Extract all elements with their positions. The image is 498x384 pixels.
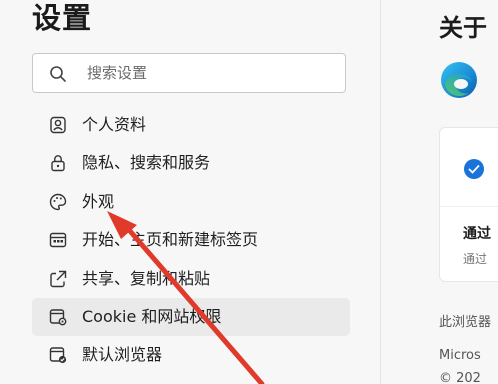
sidebar-item-label: 共享、复制和粘贴 [82, 268, 211, 288]
page-title: 设置 [32, 1, 93, 35]
sidebar-item-label: 默认浏览器 [82, 345, 163, 365]
sidebar-item-share[interactable]: 共享、复制和粘贴 [32, 260, 350, 298]
sidebar-item-label: Cookie 和网站权限 [82, 306, 222, 326]
about-text-browser: 此浏览器 [439, 315, 492, 330]
check-circle-icon [464, 159, 484, 179]
card-divider [440, 206, 498, 207]
sidebar-item-start-page[interactable]: 开始、主页和新建标签页 [32, 221, 350, 259]
sidebar-item-cookies[interactable]: Cookie 和网站权限 [32, 297, 350, 337]
default-browser-icon [49, 347, 67, 364]
sidebar-item-appearance[interactable]: 外观 [32, 183, 350, 221]
sidebar-item-privacy[interactable]: 隐私、搜索和服务 [32, 144, 350, 182]
about-text-copyright: © 202 [439, 371, 481, 384]
settings-sidebar: 设置 搜索设置 个人资料 隐私、搜索和服务 外观 开始、主页和新建标签页 共享、… [0, 0, 380, 384]
profile-icon [50, 116, 66, 134]
about-panel: 关于 通过 通过 此浏览器 Micros © 202 [381, 0, 498, 384]
sidebar-item-profile[interactable]: 个人资料 [32, 106, 350, 144]
search-placeholder: 搜索设置 [87, 64, 148, 82]
sidebar-item-label: 开始、主页和新建标签页 [82, 230, 259, 250]
sidebar-item-label: 隐私、搜索和服务 [82, 153, 211, 173]
about-title: 关于 [439, 14, 487, 42]
start-page-icon [49, 232, 67, 248]
card-heading: 通过 [463, 226, 491, 242]
card-subtext: 通过 [463, 252, 488, 266]
search-input[interactable]: 搜索设置 [32, 53, 346, 93]
sidebar-item-label: 外观 [82, 191, 115, 211]
share-icon [50, 270, 67, 287]
settings-menu: 个人资料 隐私、搜索和服务 外观 开始、主页和新建标签页 共享、复制和粘贴 Co… [32, 106, 350, 375]
version-card: 通过 通过 [439, 127, 498, 282]
about-text-microsoft: Micros [439, 348, 481, 363]
edge-logo-icon [441, 62, 477, 98]
sidebar-item-label: 个人资料 [82, 115, 147, 134]
site-permissions-icon [49, 309, 67, 326]
sidebar-item-default-browser[interactable]: 默认浏览器 [32, 336, 350, 374]
palette-icon [49, 193, 67, 210]
search-icon [50, 66, 66, 82]
lock-icon [51, 155, 65, 172]
